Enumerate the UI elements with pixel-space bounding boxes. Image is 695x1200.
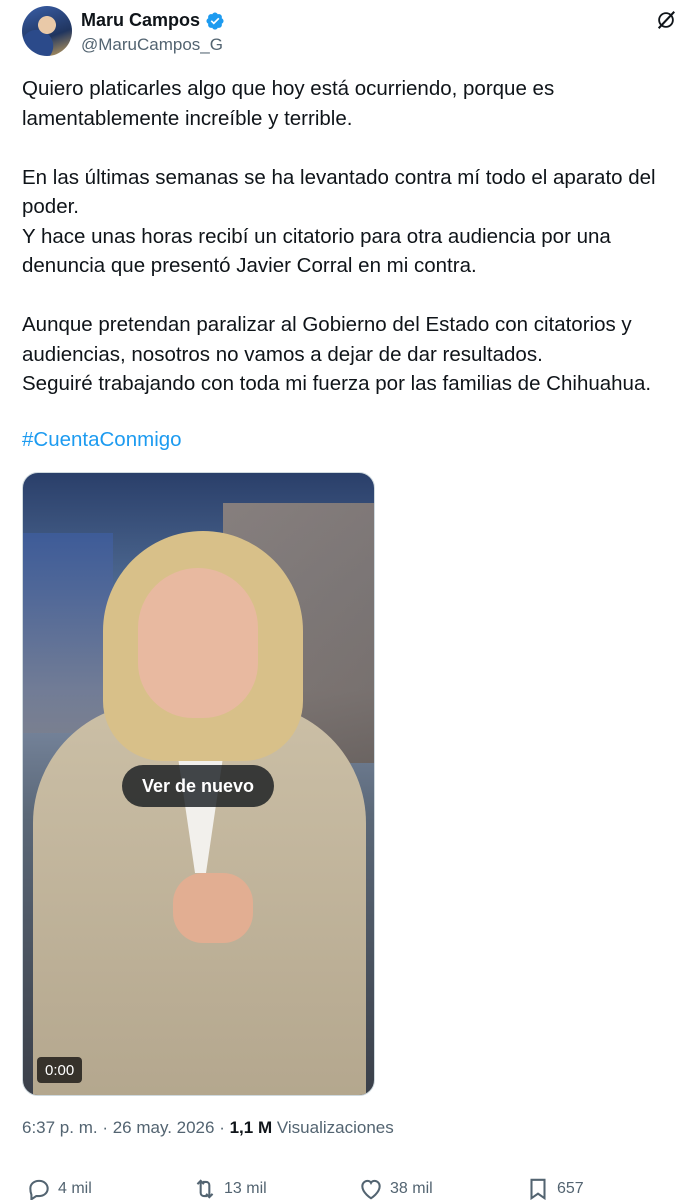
bookmark-count: 657 <box>557 1180 584 1197</box>
post-meta: 6:37 p. m. · 26 may. 2026 · 1,1 M Visual… <box>22 1118 394 1138</box>
author-handle[interactable]: @MaruCampos_G <box>81 35 223 55</box>
reply-count: 4 mil <box>58 1180 92 1197</box>
replay-button[interactable]: Ver de nuevo <box>122 765 275 807</box>
post-date[interactable]: 26 may. 2026 <box>113 1118 215 1138</box>
verified-badge-icon <box>206 11 224 30</box>
video-frame <box>138 568 258 718</box>
post-text: Quiero platicarles algo que hoy está ocu… <box>22 74 682 399</box>
video-background <box>23 533 113 733</box>
post-line: denuncia que presentó Javier Corral en m… <box>22 254 477 277</box>
repost-icon <box>196 1179 214 1199</box>
author-name-row: Maru Campos <box>81 10 225 31</box>
post-line: En las últimas semanas se ha levantado c… <box>22 165 656 189</box>
heart-icon <box>361 1179 381 1200</box>
bookmark-button[interactable]: 657 <box>525 1176 584 1200</box>
post-time[interactable]: 6:37 p. m. <box>22 1118 98 1138</box>
post-line: Quiero platicarles algo que hoy está ocu… <box>22 77 555 100</box>
reply-icon <box>29 1179 49 1200</box>
repost-count: 13 mil <box>224 1180 267 1197</box>
views-count: 1,1 M <box>229 1118 273 1137</box>
avatar[interactable] <box>22 6 72 56</box>
grok-icon[interactable] <box>655 9 677 31</box>
reply-button[interactable]: 4 mil <box>26 1176 92 1200</box>
meta-separator: · <box>97 1118 113 1137</box>
post-header: Maru Campos @MaruCampos_G <box>22 6 677 58</box>
post-line: poder. <box>22 195 79 218</box>
author-display-name[interactable]: Maru Campos <box>81 10 200 31</box>
post-line: lamentablemente increíble y terrible. <box>22 106 353 130</box>
video-time-badge: 0:00 <box>37 1057 83 1083</box>
post-line: Seguiré trabajando con toda mi fuerza po… <box>22 372 652 395</box>
repost-button[interactable]: 13 mil <box>192 1176 267 1200</box>
video-frame <box>173 873 253 943</box>
video-player[interactable]: Ver de nuevo 0:00 <box>22 472 375 1096</box>
meta-separator: · <box>214 1118 230 1137</box>
post-line: audiencias, nosotros no vamos a dejar de… <box>22 342 543 366</box>
like-count: 38 mil <box>390 1180 433 1197</box>
action-bar: 4 mil 13 mil 38 mil 657 <box>22 1176 677 1200</box>
bookmark-icon <box>530 1178 546 1200</box>
hashtag-link[interactable]: #CuentaConmigo <box>22 428 182 452</box>
like-button[interactable]: 38 mil <box>358 1176 433 1200</box>
views-label: Visualizaciones <box>276 1118 394 1137</box>
post-line: Y hace unas horas recibí un citatorio pa… <box>22 224 611 248</box>
post-line: Aunque pretendan paralizar al Gobierno d… <box>22 313 632 336</box>
